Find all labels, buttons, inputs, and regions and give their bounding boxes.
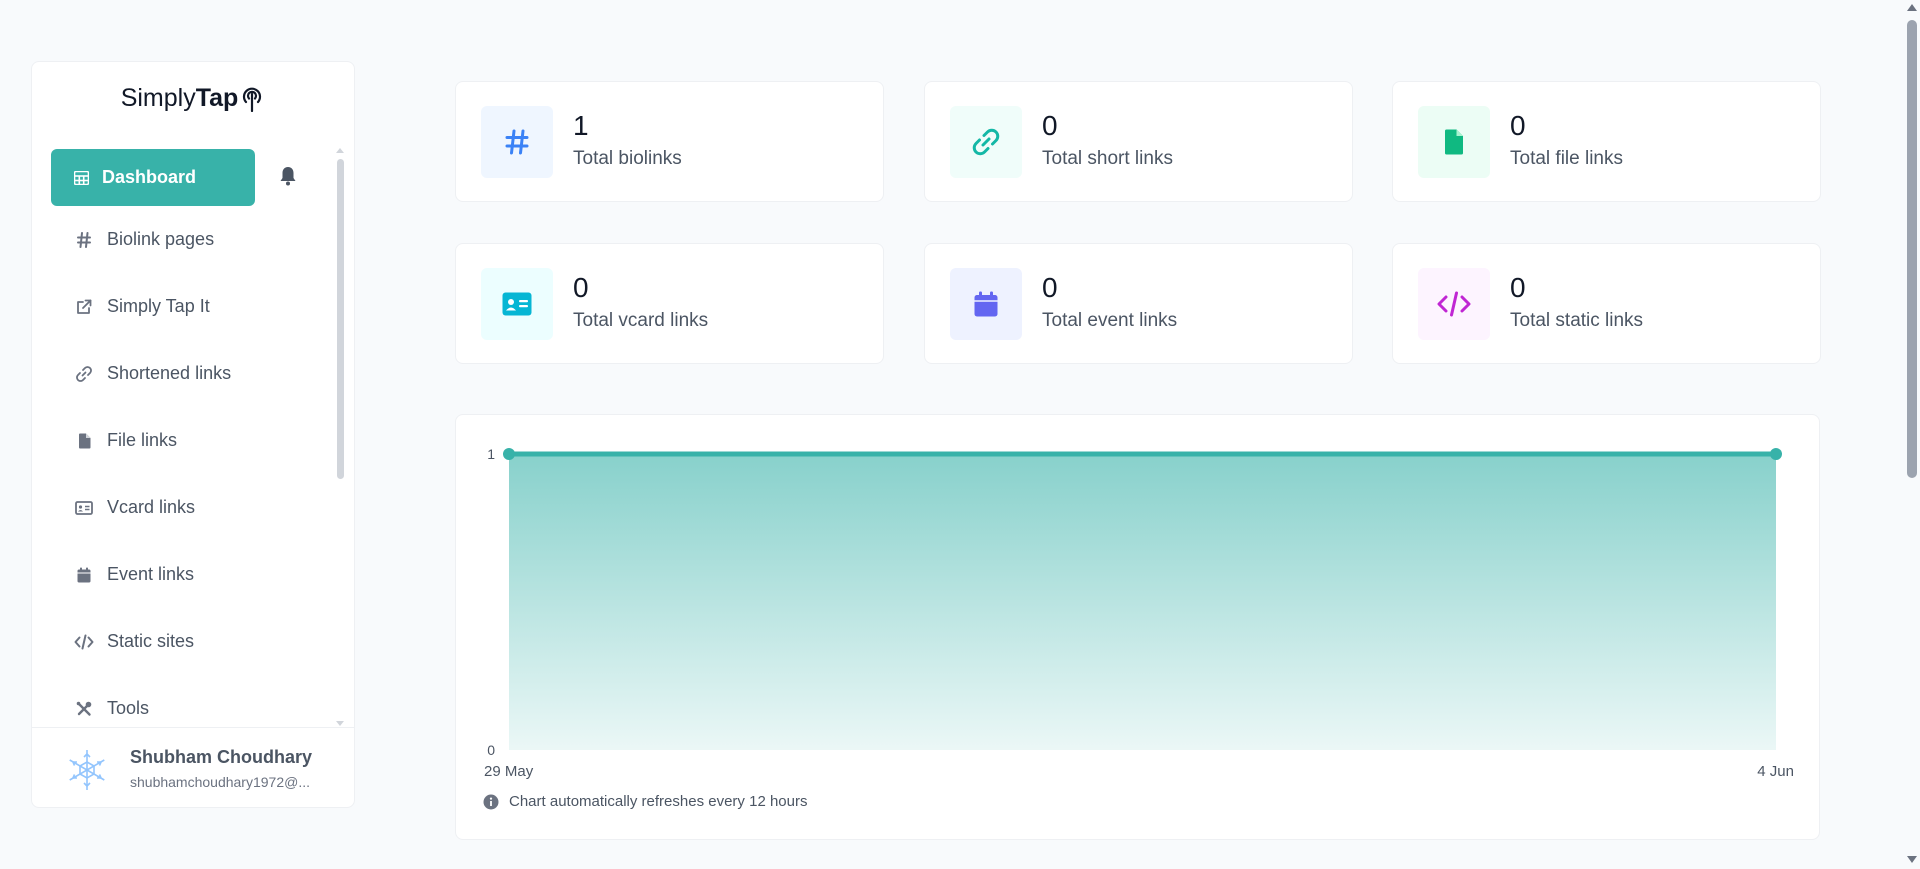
sidebar-item-label: Tools [107,698,150,718]
link-icon [950,106,1022,178]
id-card-icon [481,268,553,340]
sidebar-item-label: Vcard links [107,497,196,517]
sidebar-item-label: Event links [107,564,195,584]
page-scrollbar[interactable] [1907,20,1917,478]
stat-card-short-links: 0 Total short links [924,81,1353,202]
tools-icon [74,701,94,717]
stat-label: Total biolinks [573,148,682,169]
sidebar: SimplyTap Dashboard Biolink pages Simply… [31,61,355,808]
id-card-icon [74,500,94,515]
stat-value: 0 [1042,110,1058,141]
sidebar-item-label: Shortened links [107,363,232,383]
stat-card-file-links: 0 Total file links [1392,81,1821,202]
stat-value: 1 [573,110,589,141]
hash-icon [481,106,553,178]
stat-value: 0 [1042,272,1058,303]
stat-label: Total short links [1042,148,1173,169]
sidebar-item-label: Static sites [107,631,195,651]
chart-area [509,454,1776,750]
code-icon [74,634,94,650]
avatar [65,748,109,797]
stat-card-biolinks: 1 Total biolinks [455,81,884,202]
tap-signal-icon [243,87,262,113]
brand-text-light: Simply [120,84,196,112]
sidebar-item-label: Dashboard [102,167,197,187]
sidebar-item-label: Simply Tap It [107,296,210,316]
info-icon [483,794,499,809]
table-icon [74,170,89,185]
sidebar-nav: Biolink pages Simply Tap It Shortened li… [51,206,341,742]
sidebar-scrollbar[interactable] [337,159,344,479]
stat-value: 0 [573,272,589,303]
sidebar-item-simply-tap-it[interactable]: Simply Tap It [51,273,341,340]
stat-label: Total event links [1042,310,1178,331]
y-tick-label: 0 [487,742,495,758]
sidebar-item-file-links[interactable]: File links [51,407,341,474]
user-email: shubhamchoudhary1972@... [130,774,310,790]
user-name: Shubham Choudhary [130,747,313,767]
stat-label: Total file links [1510,148,1623,169]
stat-card-event-links: 0 Total event links [924,243,1353,364]
stat-label: Total static links [1510,310,1644,331]
stat-card-vcard-links: 0 Total vcard links [455,243,884,364]
external-link-icon [74,299,94,315]
chart-point [1770,448,1782,460]
x-tick-label: 4 Jun [1757,763,1794,780]
sidebar-item-label: File links [107,430,178,450]
chart: 1 0 29 May 4 Jun [484,446,1794,780]
sidebar-item-static-sites[interactable]: Static sites [51,608,341,675]
stat-card-static-links: 0 Total static links [1392,243,1821,364]
code-icon [1418,268,1490,340]
stat-label: Total vcard links [573,310,709,331]
chart-note-text: Chart automatically refreshes every 12 h… [509,793,808,810]
hash-icon [74,231,94,248]
y-tick-label: 1 [487,446,495,462]
sidebar-item-event-links[interactable]: Event links [51,541,341,608]
sidebar-item-label: Biolink pages [107,229,215,249]
stat-value: 0 [1510,110,1526,141]
sidebar-scroll-down[interactable] [336,721,344,726]
page-scroll-down[interactable] [1907,856,1917,863]
x-tick-label: 29 May [484,763,534,780]
chart-note: Chart automatically refreshes every 12 h… [483,793,807,810]
file-icon [74,433,94,449]
sidebar-item-biolink-pages[interactable]: Biolink pages [51,206,341,273]
stat-value: 0 [1510,272,1526,303]
user-profile[interactable]: Shubham Choudhary shubhamchoudhary1972@.… [32,727,354,807]
chart-point [503,448,515,460]
brand-logo[interactable]: SimplyTap [32,82,354,113]
sidebar-item-vcard-links[interactable]: Vcard links [51,474,341,541]
sidebar-scroll-up[interactable] [336,148,344,153]
sidebar-item-dashboard[interactable]: Dashboard [51,149,255,206]
bell-icon[interactable] [279,166,297,191]
calendar-icon [950,268,1022,340]
chart-card: 1 0 29 May 4 Jun Chart automatically refres… [455,414,1820,840]
file-icon [1418,106,1490,178]
brand-text-bold: Tap [195,84,239,112]
page-scroll-up[interactable] [1907,4,1917,11]
calendar-icon [74,567,94,583]
link-icon [74,365,94,383]
sidebar-item-shortened-links[interactable]: Shortened links [51,340,341,407]
